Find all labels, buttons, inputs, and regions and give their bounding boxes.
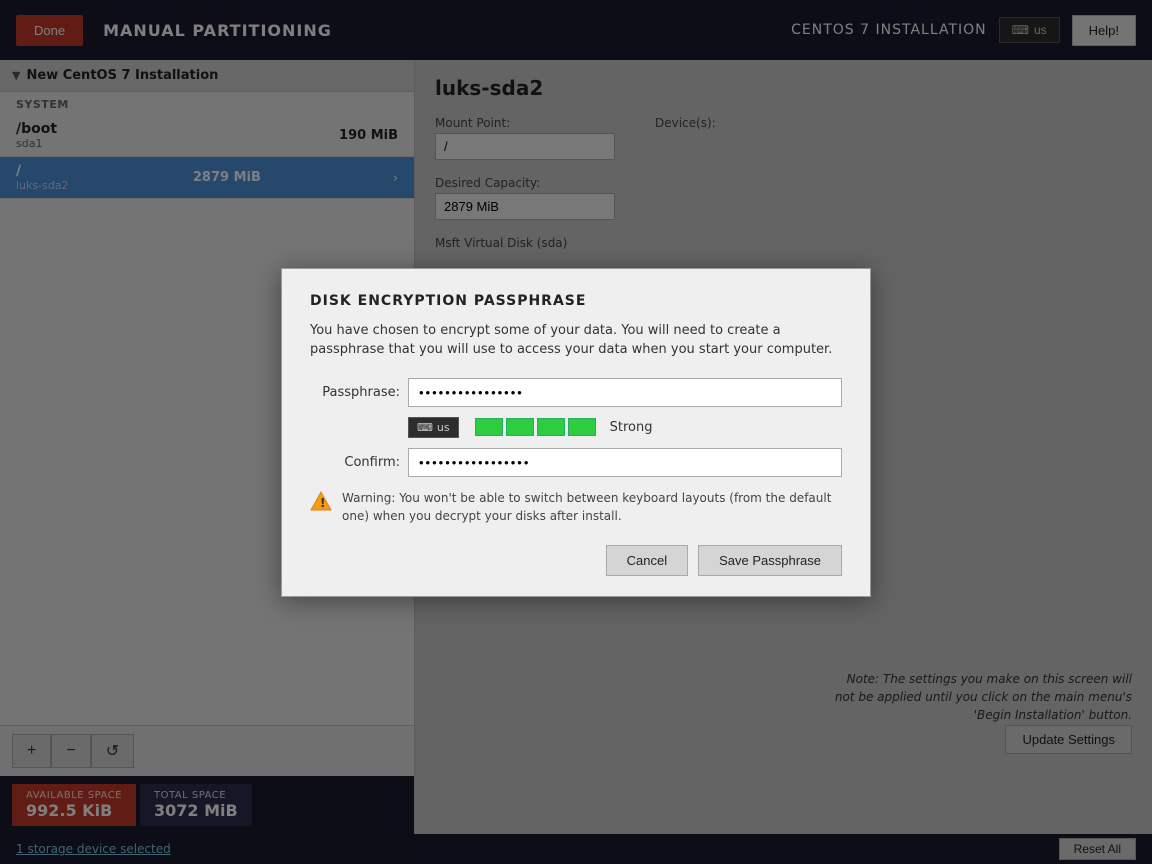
disk-encryption-modal: DISK ENCRYPTION PASSPHRASE You have chos… bbox=[281, 268, 871, 597]
keyboard-layout-indicator[interactable]: ⌨ us bbox=[408, 417, 459, 438]
strength-row: ⌨ us Strong bbox=[310, 417, 842, 438]
passphrase-row: Passphrase: bbox=[310, 378, 842, 407]
strength-label: Strong bbox=[610, 420, 653, 435]
passphrase-label: Passphrase: bbox=[310, 385, 400, 400]
passphrase-input[interactable] bbox=[408, 378, 842, 407]
save-passphrase-button[interactable]: Save Passphrase bbox=[698, 545, 842, 576]
modal-title: DISK ENCRYPTION PASSPHRASE bbox=[310, 293, 842, 309]
strength-bar-2 bbox=[506, 418, 534, 436]
svg-text:!: ! bbox=[320, 496, 325, 510]
confirm-row: Confirm: bbox=[310, 448, 842, 477]
keyboard-indicator-label: us bbox=[437, 421, 450, 434]
strength-bar-1 bbox=[475, 418, 503, 436]
keyboard-indicator-icon: ⌨ bbox=[417, 421, 433, 434]
confirm-label: Confirm: bbox=[310, 455, 400, 470]
confirm-input[interactable] bbox=[408, 448, 842, 477]
warning-icon: ! bbox=[310, 490, 332, 512]
strength-bar-4 bbox=[568, 418, 596, 436]
modal-buttons: Cancel Save Passphrase bbox=[310, 545, 842, 576]
strength-bars bbox=[475, 418, 596, 436]
warning-text: Warning: You won't be able to switch bet… bbox=[342, 489, 842, 525]
cancel-button[interactable]: Cancel bbox=[606, 545, 688, 576]
modal-description: You have chosen to encrypt some of your … bbox=[310, 321, 842, 360]
strength-bar-3 bbox=[537, 418, 565, 436]
modal-overlay: DISK ENCRYPTION PASSPHRASE You have chos… bbox=[0, 0, 1152, 864]
warning-row: ! Warning: You won't be able to switch b… bbox=[310, 489, 842, 525]
